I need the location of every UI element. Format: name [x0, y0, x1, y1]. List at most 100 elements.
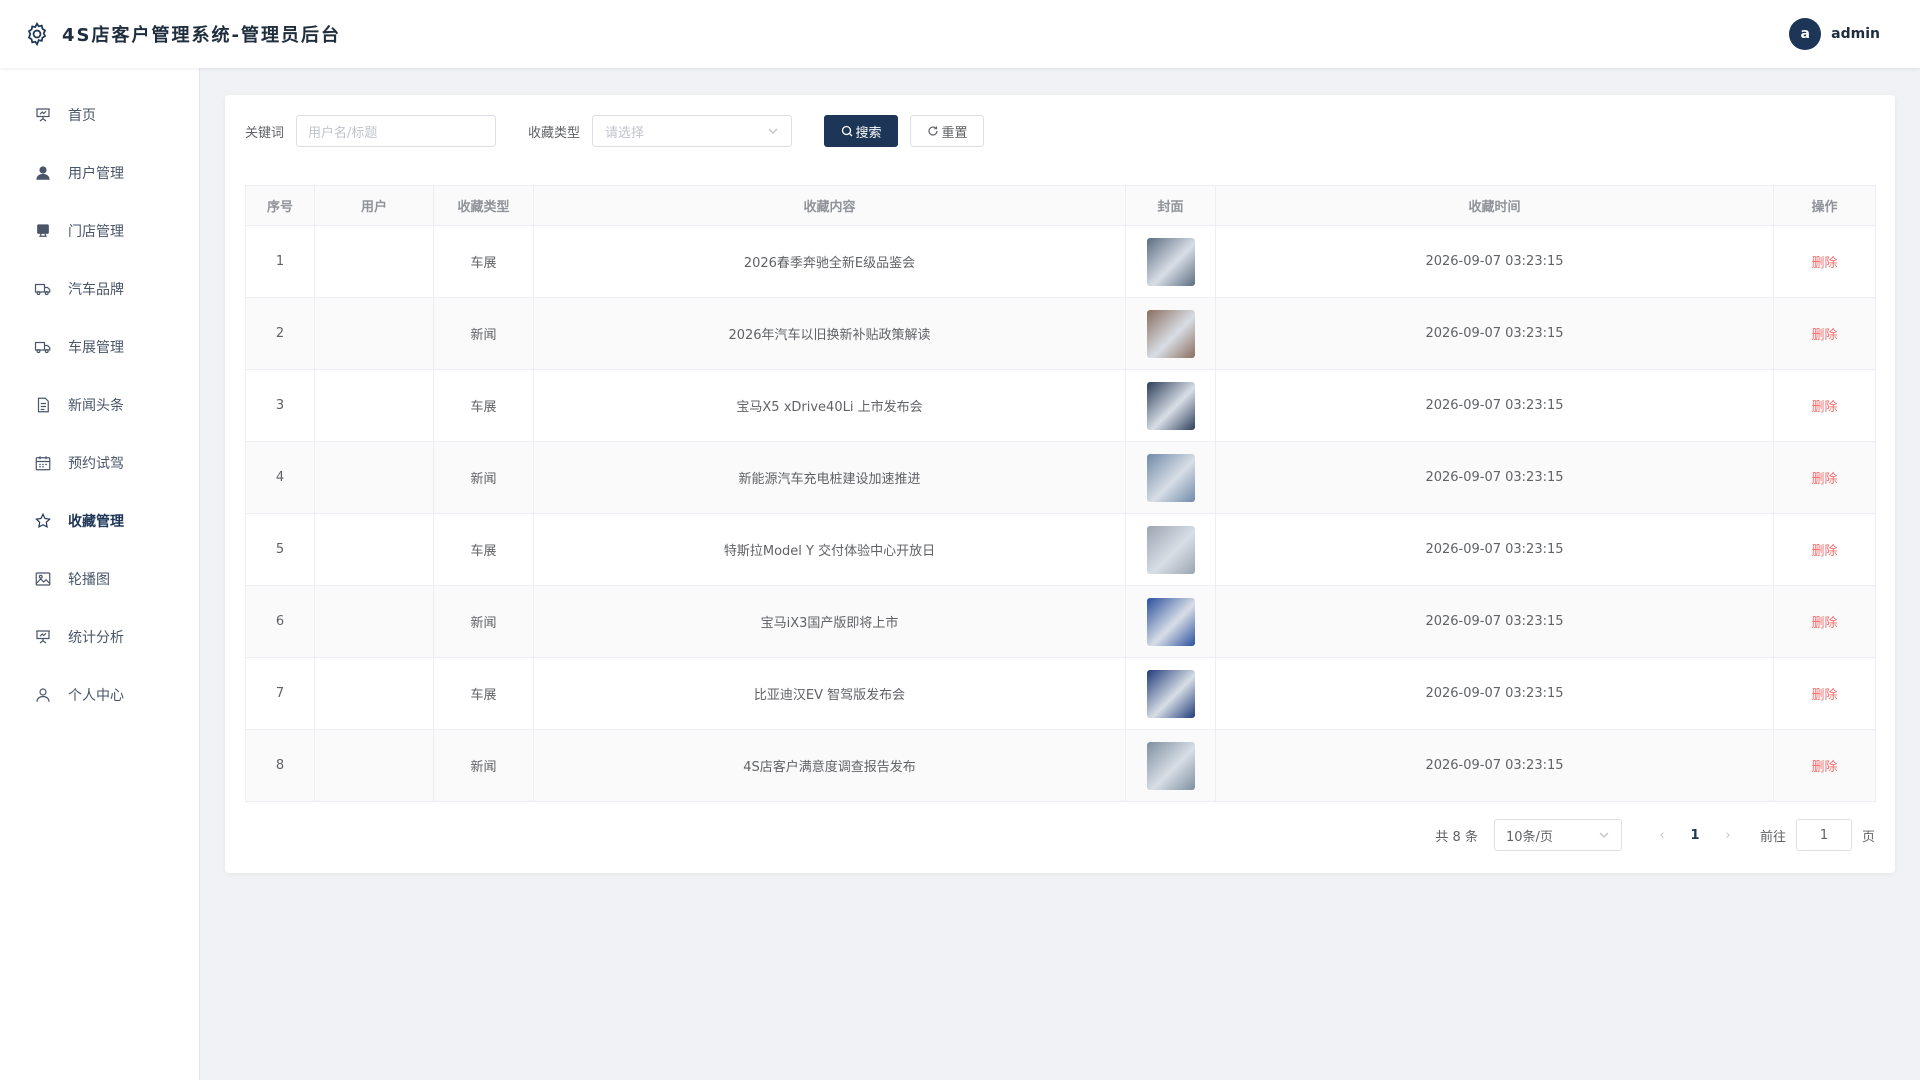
sidebar-item-0[interactable]: 首页: [0, 86, 199, 144]
cover-thumbnail[interactable]: [1146, 453, 1195, 502]
cell-index: 8: [245, 729, 315, 802]
cell-content: 比亚迪汉EV 智驾版发布会: [533, 657, 1126, 730]
delete-button[interactable]: 删除: [1811, 472, 1837, 487]
user-menu[interactable]: a admin: [1789, 18, 1880, 50]
top-header: 4S店客户管理系统-管理员后台 a admin: [0, 0, 1920, 68]
cover-thumbnail[interactable]: [1146, 381, 1195, 430]
total-count: 共 8 条: [1435, 829, 1478, 845]
filter-toolbar: 关键词 用户名/标题 收藏类型 请选择 搜索 重置: [245, 115, 1875, 147]
cover-thumbnail[interactable]: [1146, 237, 1195, 286]
page-number[interactable]: 1: [1678, 828, 1712, 843]
cell-time: 2026-09-07 03:23:15: [1215, 585, 1774, 658]
table-row: 4 新闻 新能源汽车充电桩建设加速推进 2026-09-07 03:23:15 删除: [245, 441, 1876, 514]
delete-button[interactable]: 删除: [1811, 760, 1837, 775]
sidebar-item-1[interactable]: 用户管理: [0, 144, 199, 202]
keyword-placeholder: 用户名/标题: [308, 125, 378, 141]
brand: 4S店客户管理系统-管理员后台: [24, 21, 341, 47]
sidebar-item-label: 个人中心: [68, 688, 124, 704]
cover-thumbnail[interactable]: [1146, 669, 1195, 718]
column-header: 用户: [314, 185, 434, 226]
cell-time: 2026-09-07 03:23:15: [1215, 657, 1774, 730]
cell-cover: [1125, 585, 1216, 658]
sidebar-item-2[interactable]: 门店管理: [0, 202, 199, 260]
cell-type: 新闻: [433, 441, 534, 514]
type-placeholder: 请选择: [605, 125, 645, 141]
store-icon: [37, 224, 49, 237]
table-header-row: 序号 用户 收藏类型 收藏内容 封面 收藏时间 操作: [245, 185, 1876, 226]
sidebar-item-6[interactable]: 预约试驾: [0, 434, 199, 492]
chevron-down-icon: [1599, 832, 1609, 838]
cell-cover: [1125, 657, 1216, 730]
delete-button[interactable]: 删除: [1811, 400, 1837, 415]
sidebar-item-label: 用户管理: [68, 166, 124, 182]
goto-input[interactable]: 1: [1795, 819, 1852, 851]
sidebar-item-10[interactable]: 个人中心: [0, 666, 199, 724]
app-title: 4S店客户管理系统-管理员后台: [62, 25, 341, 46]
cover-thumbnail[interactable]: [1146, 525, 1195, 574]
cell-cover: [1125, 441, 1216, 514]
sidebar-item-9[interactable]: 统计分析: [0, 608, 199, 666]
keyword-input[interactable]: 用户名/标题: [296, 115, 497, 147]
user-outline-icon: [36, 688, 50, 702]
delete-button[interactable]: 删除: [1811, 256, 1837, 271]
main-card: 关键词 用户名/标题 收藏类型 请选择 搜索 重置 序号 用户 收藏类型 收藏内容 封面…: [225, 95, 1895, 873]
reset-button[interactable]: 重置: [910, 115, 985, 147]
cell-action: 删除: [1773, 297, 1876, 370]
sidebar-item-label: 汽车品牌: [68, 282, 124, 298]
sidebar-item-label: 轮播图: [68, 572, 110, 588]
cover-thumbnail[interactable]: [1146, 741, 1195, 790]
table-row: 1 车展 2026春季奔驰全新E级品鉴会 2026-09-07 03:23:15 删除: [245, 225, 1876, 298]
cover-thumbnail[interactable]: [1146, 309, 1195, 358]
sidebar-item-label: 统计分析: [68, 630, 124, 646]
cell-action: 删除: [1773, 513, 1876, 586]
cell-content: 特斯拉Model Y 交付体验中心开放日: [533, 513, 1126, 586]
table-body: 1 车展 2026春季奔驰全新E级品鉴会 2026-09-07 03:23:15 删除 2…: [245, 225, 1876, 802]
cell-cover: [1125, 225, 1216, 298]
cell-index: 4: [245, 441, 315, 514]
column-header: 封面: [1125, 185, 1216, 226]
sidebar: 首页用户管理门店管理汽车品牌车展管理 新闻头条 预约试驾 收藏管理轮播图统计分析个人中…: [0, 68, 200, 1080]
column-header: 收藏类型: [433, 185, 534, 226]
cell-cover: [1125, 513, 1216, 586]
prev-page-button[interactable]: ‹: [1646, 828, 1678, 843]
avatar[interactable]: a: [1789, 18, 1822, 50]
cover-thumbnail[interactable]: [1146, 597, 1195, 646]
delete-button[interactable]: 删除: [1811, 328, 1837, 343]
cell-time: 2026-09-07 03:23:15: [1215, 225, 1774, 298]
sidebar-item-8[interactable]: 轮播图: [0, 550, 199, 608]
truck-icon: [34, 341, 51, 354]
cell-content: 宝马iX3国产版即将上市: [533, 585, 1126, 658]
sidebar-item-5[interactable]: 新闻头条: [0, 376, 199, 434]
search-button[interactable]: 搜索: [824, 115, 899, 147]
pagination: 共 8 条 10条/页 ‹ 1 › 前往 1 页: [1435, 819, 1875, 851]
next-page-button[interactable]: ›: [1712, 828, 1744, 843]
goto-label: 前往: [1759, 829, 1786, 845]
cell-user: [314, 297, 434, 370]
cell-action: 删除: [1773, 729, 1876, 802]
page-size-select[interactable]: 10条/页: [1493, 819, 1622, 851]
cell-user: [314, 441, 434, 514]
username[interactable]: admin: [1831, 26, 1880, 42]
cell-index: 5: [245, 513, 315, 586]
search-label: 搜索: [855, 125, 882, 141]
type-select[interactable]: 请选择: [592, 115, 793, 147]
delete-button[interactable]: 删除: [1811, 616, 1837, 631]
table-row: 5 车展 特斯拉Model Y 交付体验中心开放日 2026-09-07 03:23:…: [245, 513, 1876, 586]
cell-user: [314, 657, 434, 730]
cell-type: 车展: [433, 225, 534, 298]
reset-label: 重置: [941, 125, 968, 141]
delete-button[interactable]: 删除: [1811, 688, 1837, 703]
cell-time: 2026-09-07 03:23:15: [1215, 297, 1774, 370]
cell-action: 删除: [1773, 225, 1876, 298]
column-header: 序号: [245, 185, 315, 226]
cell-user: [314, 729, 434, 802]
cell-type: 车展: [433, 513, 534, 586]
cell-index: 2: [245, 297, 315, 370]
chevron-down-icon: [768, 128, 778, 134]
keyword-label: 关键词: [245, 125, 285, 141]
cell-index: 6: [245, 585, 315, 658]
sidebar-item-4[interactable]: 车展管理: [0, 318, 199, 376]
delete-button[interactable]: 删除: [1811, 544, 1837, 559]
sidebar-item-7[interactable]: 收藏管理: [0, 492, 199, 550]
sidebar-item-3[interactable]: 汽车品牌: [0, 260, 199, 318]
